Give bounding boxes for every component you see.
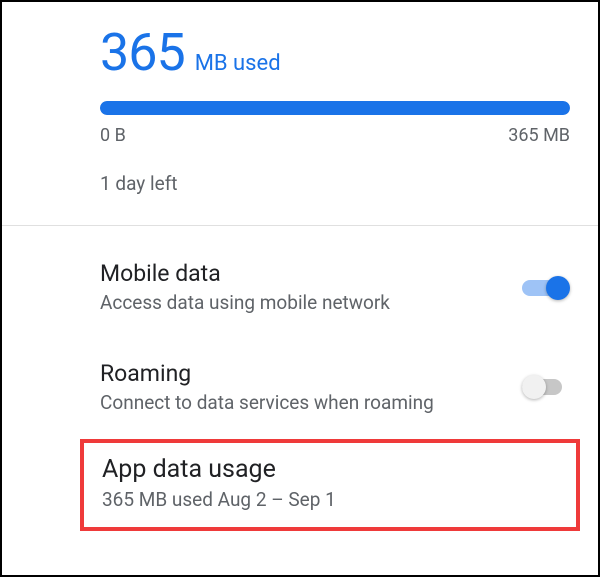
mobile-data-subtitle: Access data using mobile network [100, 290, 506, 316]
app-data-usage-title: App data usage [102, 455, 566, 484]
roaming-text: Roaming Connect to data services when ro… [100, 360, 522, 416]
roaming-row[interactable]: Roaming Connect to data services when ro… [100, 338, 570, 438]
roaming-subtitle: Connect to data services when roaming [100, 390, 506, 416]
mobile-data-toggle[interactable] [522, 275, 570, 301]
usage-number: 365 [100, 22, 185, 83]
days-left-label: 1 day left [100, 172, 570, 195]
usage-min-label: 0 B [100, 125, 126, 146]
toggle-thumb [522, 375, 546, 399]
usage-max-label: 365 MB [508, 125, 570, 146]
data-usage-summary: 365 MB used 0 B 365 MB 1 day left [2, 2, 598, 225]
roaming-toggle[interactable] [522, 374, 570, 400]
settings-list: Mobile data Access data using mobile net… [2, 226, 598, 437]
usage-progress-labels: 0 B 365 MB [100, 125, 570, 146]
mobile-data-row[interactable]: Mobile data Access data using mobile net… [100, 238, 570, 338]
toggle-thumb [546, 276, 570, 300]
app-data-usage-subtitle: 365 MB used Aug 2 – Sep 1 [102, 487, 566, 513]
usage-unit-label: MB used [195, 51, 281, 76]
usage-progress-fill [100, 101, 570, 115]
roaming-title: Roaming [100, 360, 506, 387]
app-data-usage-row[interactable]: App data usage 365 MB used Aug 2 – Sep 1 [80, 439, 580, 531]
mobile-data-title: Mobile data [100, 260, 506, 287]
usage-amount: 365 MB used [100, 22, 570, 83]
usage-progress-bar [100, 101, 570, 115]
mobile-data-text: Mobile data Access data using mobile net… [100, 260, 522, 316]
